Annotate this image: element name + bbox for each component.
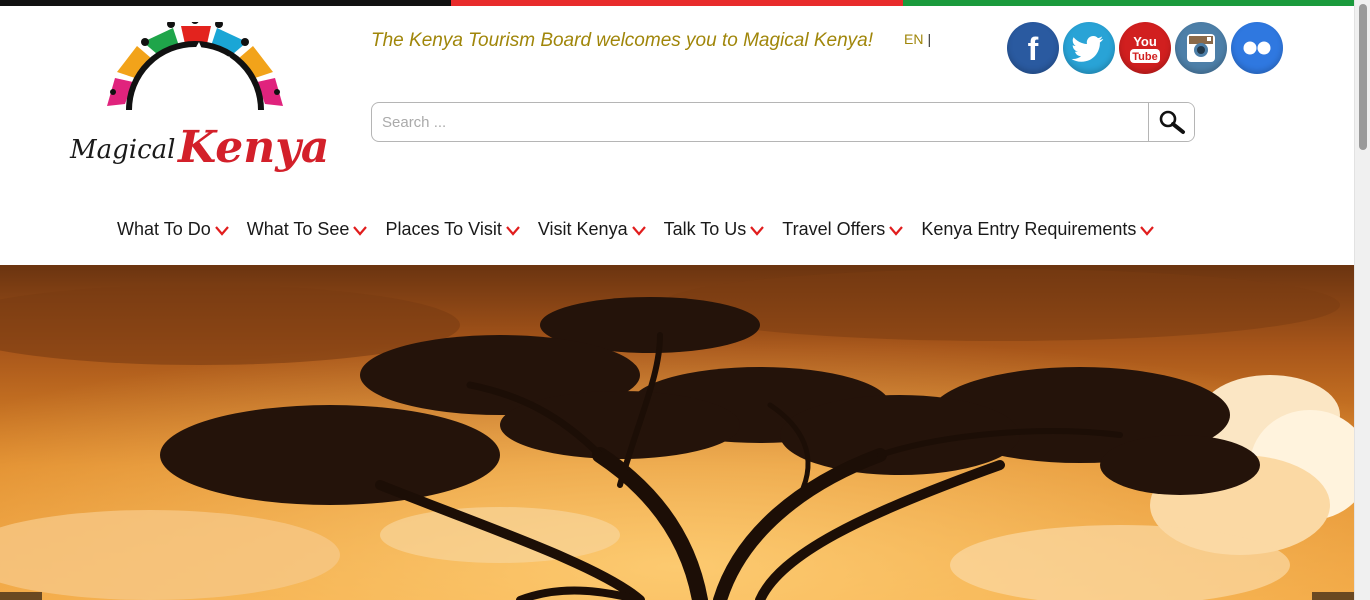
search-box — [371, 102, 1195, 142]
stripe-green — [902, 0, 1354, 6]
chevron-down-icon — [506, 226, 520, 236]
nav-item-what-to-do[interactable]: What To Do — [117, 219, 229, 240]
acacia-tree-sunset-image — [0, 265, 1354, 600]
search-input[interactable] — [372, 103, 1148, 141]
scrollbar-thumb[interactable] — [1359, 4, 1367, 150]
logo-graphic: Magical Kenya — [69, 22, 329, 173]
facebook-icon: f — [1028, 31, 1039, 67]
twitter-icon — [1071, 36, 1104, 62]
svg-text:You: You — [1133, 34, 1157, 49]
youtube-icon: You Tube — [1130, 34, 1160, 63]
flag-stripe — [0, 0, 1354, 6]
nav-item-label: Kenya Entry Requirements — [921, 219, 1137, 239]
svg-text:Tube: Tube — [1132, 51, 1157, 63]
facebook-link[interactable]: f — [1007, 22, 1059, 74]
nav-item-label: What To See — [246, 219, 350, 239]
stripe-black — [0, 0, 452, 6]
welcome-message: The Kenya Tourism Board welcomes you to … — [371, 30, 873, 51]
chevron-down-icon — [631, 226, 646, 236]
logo-word-kenya: Kenya — [176, 122, 329, 173]
slider-prev-button[interactable] — [0, 592, 42, 600]
search-icon — [1159, 110, 1185, 134]
main-nav: What To Do What To See Places To Visit V… — [117, 219, 1172, 240]
nav-item-label: Visit Kenya — [537, 219, 628, 239]
nav-item-kenya-entry-requirements[interactable]: Kenya Entry Requirements — [921, 219, 1155, 240]
page-scrollbar[interactable] — [1354, 0, 1370, 600]
chevron-down-icon — [353, 226, 368, 236]
magical-kenya-logo[interactable]: Magical Kenya — [60, 22, 330, 192]
nav-item-visit-kenya[interactable]: Visit Kenya — [538, 219, 646, 240]
nav-item-label: Travel Offers — [782, 219, 886, 239]
chevron-down-icon — [889, 226, 904, 236]
language-separator: | — [927, 31, 932, 47]
chevron-down-icon — [750, 226, 765, 236]
chevron-down-icon — [214, 226, 229, 236]
slider-next-button[interactable] — [1312, 592, 1354, 600]
logo-word-magical: Magical — [69, 135, 175, 165]
chevron-down-icon — [1140, 226, 1155, 236]
flickr-link[interactable] — [1231, 22, 1283, 74]
instagram-icon — [1187, 34, 1215, 62]
nav-item-label: Places To Visit — [385, 219, 502, 239]
instagram-link[interactable] — [1175, 22, 1227, 74]
language-selector[interactable]: EN | — [904, 31, 931, 47]
nav-item-what-to-see[interactable]: What To See — [247, 219, 368, 240]
nav-item-label: What To Do — [117, 219, 211, 239]
nav-item-talk-to-us[interactable]: Talk To Us — [664, 219, 765, 240]
youtube-link[interactable]: You Tube — [1119, 22, 1171, 74]
page: Magical Kenya The Kenya Tourism Board we… — [0, 0, 1370, 600]
social-links: f You Tube — [1007, 22, 1283, 74]
nav-item-label: Talk To Us — [663, 219, 747, 239]
search-button[interactable] — [1148, 103, 1194, 141]
language-code[interactable]: EN — [904, 31, 923, 47]
nav-item-travel-offers[interactable]: Travel Offers — [782, 219, 904, 240]
hero-banner — [0, 265, 1354, 600]
flickr-icon — [1243, 41, 1271, 55]
svg-text:f: f — [1028, 31, 1039, 67]
twitter-link[interactable] — [1063, 22, 1115, 74]
stripe-red — [451, 0, 903, 6]
nav-item-places-to-visit[interactable]: Places To Visit — [385, 219, 520, 240]
